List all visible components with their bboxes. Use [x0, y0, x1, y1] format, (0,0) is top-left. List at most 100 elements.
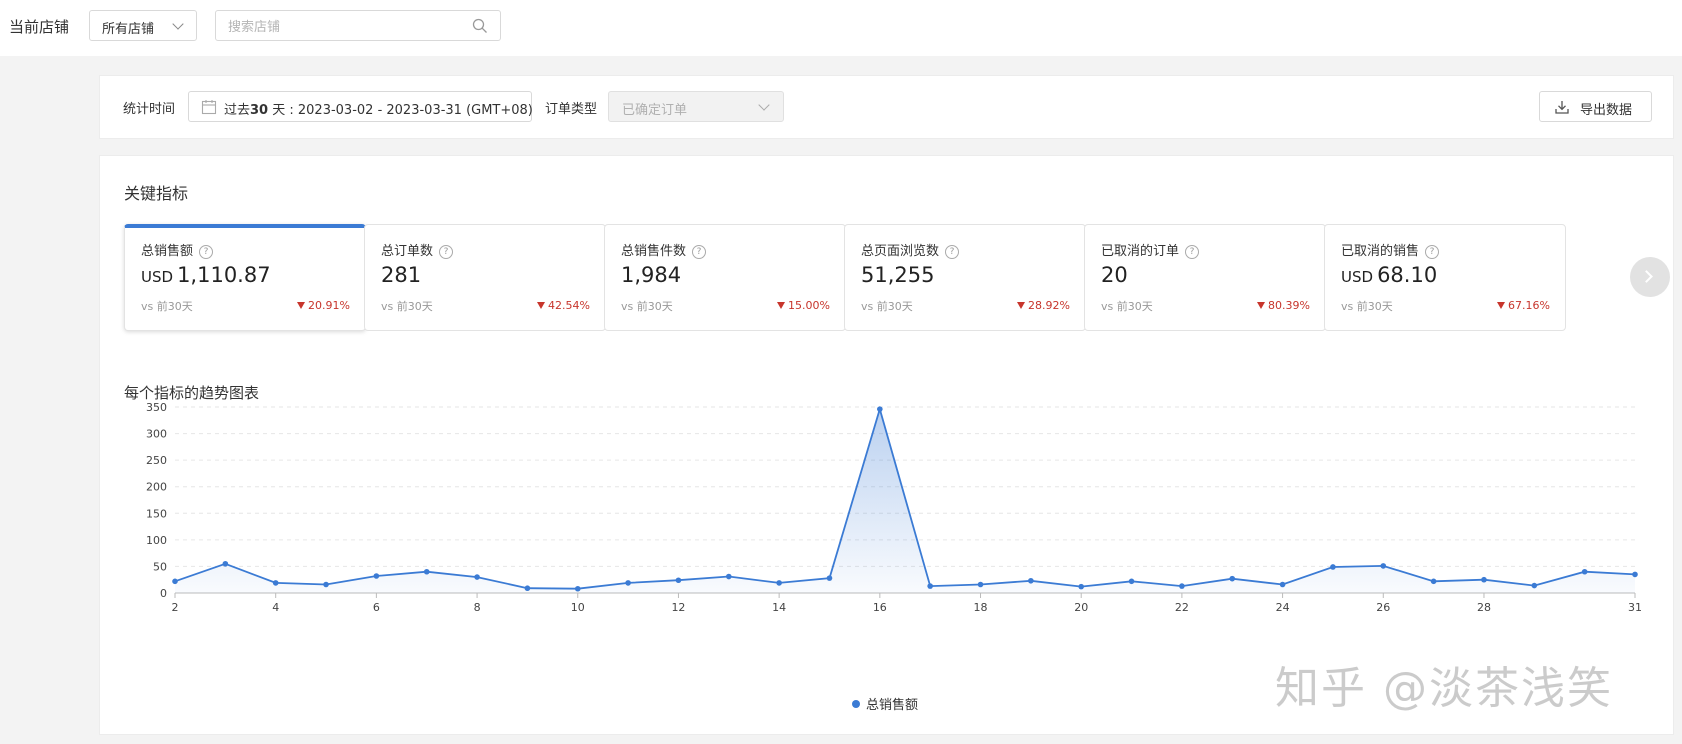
- metric-name: 总订单数?: [381, 240, 454, 259]
- data-point: [1128, 578, 1135, 585]
- store-select-value: 所有店铺: [102, 22, 155, 37]
- top-bar: 当前店铺 所有店铺: [0, 0, 1682, 56]
- trend-chart: 0501001502002503003502 4 6 8 10 12 14 16 18 20 22 2…: [146, 401, 1642, 614]
- x-tick-label: 12: [671, 601, 685, 614]
- store-select[interactable]: 所有店铺: [89, 10, 197, 41]
- help-icon[interactable]: ?: [439, 245, 454, 259]
- data-point: [524, 585, 531, 592]
- metric-compare: vs 前30天: [381, 300, 433, 313]
- help-icon[interactable]: ?: [1185, 245, 1200, 259]
- data-point: [1078, 583, 1085, 590]
- metric-change: 42.54%: [537, 299, 590, 312]
- x-tick-label: 26: [1376, 601, 1390, 614]
- date-range-text: 过去30 天 : 2023-03-02 - 2023-03-31 (GMT+08…: [224, 103, 533, 118]
- help-icon[interactable]: ?: [945, 245, 960, 259]
- data-point: [625, 580, 631, 586]
- key-metrics-title: 关键指标: [124, 184, 189, 203]
- legend-dot: [852, 700, 860, 708]
- y-tick-label: 250: [146, 454, 167, 467]
- watermark: 知乎 @淡茶浅笑: [1275, 663, 1613, 714]
- y-tick-label: 50: [153, 560, 167, 573]
- date-range-picker[interactable]: 过去30 天 : 2023-03-02 - 2023-03-31 (GMT+08…: [188, 91, 533, 122]
- data-point: [1330, 564, 1336, 570]
- data-point: [826, 575, 833, 581]
- metric-change: 67.16%: [1497, 299, 1550, 312]
- metric-compare: vs 前30天: [621, 300, 673, 313]
- metric-card[interactable]: 总销售额? USD 1,110.87 vs 前30天 20.91%: [124, 224, 366, 331]
- store-label: 当前店铺: [9, 18, 70, 36]
- metric-compare: vs 前30天: [1341, 300, 1393, 313]
- x-tick-label: 20: [1074, 601, 1088, 614]
- metric-name: 已取消的订单?: [1101, 240, 1200, 259]
- y-tick-label: 350: [146, 401, 167, 414]
- order-type-select[interactable]: 已确定订单: [608, 91, 784, 122]
- data-point: [977, 581, 984, 588]
- chevron-down-icon: [172, 18, 184, 30]
- x-tick-label: 10: [571, 601, 585, 614]
- data-point: [1229, 575, 1236, 582]
- metric-card[interactable]: 总销售件数? 1,984 vs 前30天 15.00%: [604, 224, 846, 331]
- time-label: 统计时间: [123, 102, 176, 117]
- store-search[interactable]: [215, 10, 501, 41]
- x-tick-label: 4: [272, 601, 279, 614]
- store-search-input[interactable]: [226, 16, 460, 38]
- y-tick-label: 200: [146, 481, 167, 494]
- help-icon[interactable]: ?: [199, 245, 214, 259]
- chevron-right-icon: [1640, 270, 1653, 283]
- metric-name: 总页面浏览数?: [861, 240, 960, 259]
- search-icon[interactable]: [472, 18, 488, 34]
- metric-value: USD 1,110.87: [141, 263, 271, 287]
- data-point: [272, 580, 279, 586]
- calendar-icon: [201, 100, 217, 115]
- x-tick-label: 16: [873, 601, 887, 614]
- help-icon[interactable]: ?: [692, 245, 707, 259]
- down-triangle-icon: [1257, 302, 1266, 309]
- metrics-panel: 关键指标 总销售额? USD 1,110.87 vs 前30天 20.91% 总订单数? 2…: [99, 155, 1674, 735]
- data-point: [927, 583, 933, 589]
- metric-card[interactable]: 总订单数? 281 vs 前30天 42.54%: [364, 224, 606, 331]
- y-tick-label: 100: [146, 534, 167, 547]
- data-point: [1531, 582, 1538, 589]
- y-tick-label: 150: [146, 507, 167, 520]
- data-point: [222, 560, 229, 567]
- next-arrow-button[interactable]: [1630, 257, 1670, 297]
- data-point: [423, 568, 430, 575]
- data-point: [1632, 571, 1638, 578]
- export-data-button[interactable]: 导出数据: [1539, 91, 1652, 122]
- metric-compare: vs 前30天: [1101, 300, 1153, 313]
- x-tick-label: 28: [1477, 601, 1491, 614]
- down-triangle-icon: [537, 302, 546, 309]
- metric-name: 总销售件数?: [621, 240, 707, 259]
- data-point: [574, 585, 581, 592]
- export-label: 导出数据: [1580, 103, 1633, 118]
- help-icon[interactable]: ?: [1425, 245, 1440, 259]
- metric-currency: USD: [141, 268, 174, 286]
- chart-legend[interactable]: 总销售额: [852, 694, 918, 713]
- metric-change: 28.92%: [1017, 299, 1070, 312]
- down-triangle-icon: [777, 302, 786, 309]
- series-area: [175, 409, 1635, 593]
- data-point: [1279, 581, 1286, 588]
- metric-name: 已取消的销售?: [1341, 240, 1440, 259]
- order-type-label: 订单类型: [545, 102, 598, 117]
- data-point: [373, 573, 380, 579]
- x-tick-label: 14: [772, 601, 786, 614]
- metric-currency: USD: [1341, 268, 1374, 286]
- data-point: [323, 581, 329, 588]
- down-triangle-icon: [1017, 302, 1026, 309]
- metric-card[interactable]: 总页面浏览数? 51,255 vs 前30天 28.92%: [844, 224, 1086, 331]
- metric-value: 1,984: [621, 263, 682, 287]
- data-point: [675, 577, 682, 584]
- metric-card[interactable]: 已取消的销售? USD 68.10 vs 前30天 67.16%: [1324, 224, 1566, 331]
- metric-change: 80.39%: [1257, 299, 1310, 312]
- data-point: [1481, 576, 1487, 583]
- data-point: [474, 574, 480, 580]
- metric-value: 20: [1101, 263, 1128, 287]
- data-point: [877, 406, 883, 412]
- filter-bar: 统计时间 过去30 天 : 2023-03-02 - 2023-03-31 (G…: [99, 75, 1674, 139]
- metric-change: 15.00%: [777, 299, 830, 312]
- data-point: [1380, 563, 1387, 569]
- x-tick-label: 2: [172, 601, 179, 614]
- order-type-value: 已确定订单: [622, 103, 688, 118]
- metric-card[interactable]: 已取消的订单? 20 vs 前30天 80.39%: [1084, 224, 1326, 331]
